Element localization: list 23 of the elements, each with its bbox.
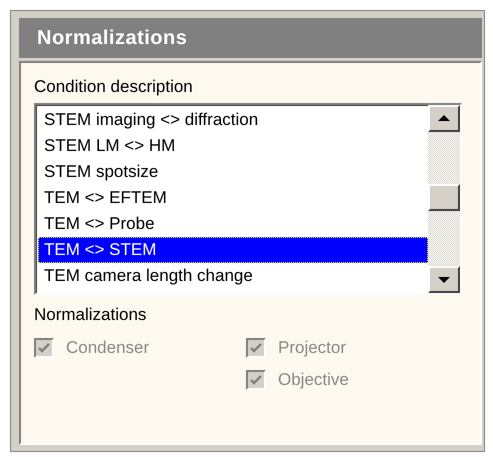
list-item[interactable]: TEM <> STEM (38, 237, 428, 263)
checkbox-label: Condenser (66, 338, 150, 358)
checkmark-icon (250, 375, 262, 385)
list-item[interactable]: TEM camera length change (38, 263, 428, 289)
list-item[interactable]: TEM <> Probe (38, 211, 428, 237)
list-item[interactable]: STEM spotsize (38, 159, 428, 185)
checkbox-label: Objective (278, 370, 349, 390)
list-item[interactable]: TEM <> EFTEM (38, 185, 428, 211)
scrollbar[interactable] (428, 105, 460, 293)
scroll-thumb[interactable] (428, 184, 460, 211)
scroll-up-button[interactable] (428, 105, 460, 132)
up-arrow-icon (438, 115, 450, 122)
list-label: Condition description (34, 77, 194, 97)
section-label: Normalizations (34, 305, 148, 325)
checkbox-label: Projector (278, 338, 346, 358)
scroll-down-button[interactable] (428, 266, 460, 294)
checkmark-icon (38, 343, 50, 353)
panel-title: Normalizations (19, 18, 482, 58)
checkmark-icon (250, 343, 262, 353)
condition-list[interactable]: STEM imaging <> diffraction STEM LM <> HM STEM spotsize TEM <> EFTEM TEM <> Probe TEM <> STEM TEM camera length change (34, 103, 462, 295)
down-arrow-icon (438, 276, 450, 283)
list-item[interactable]: STEM LM <> HM (38, 133, 428, 159)
list-item[interactable]: STEM imaging <> diffraction (38, 107, 428, 133)
